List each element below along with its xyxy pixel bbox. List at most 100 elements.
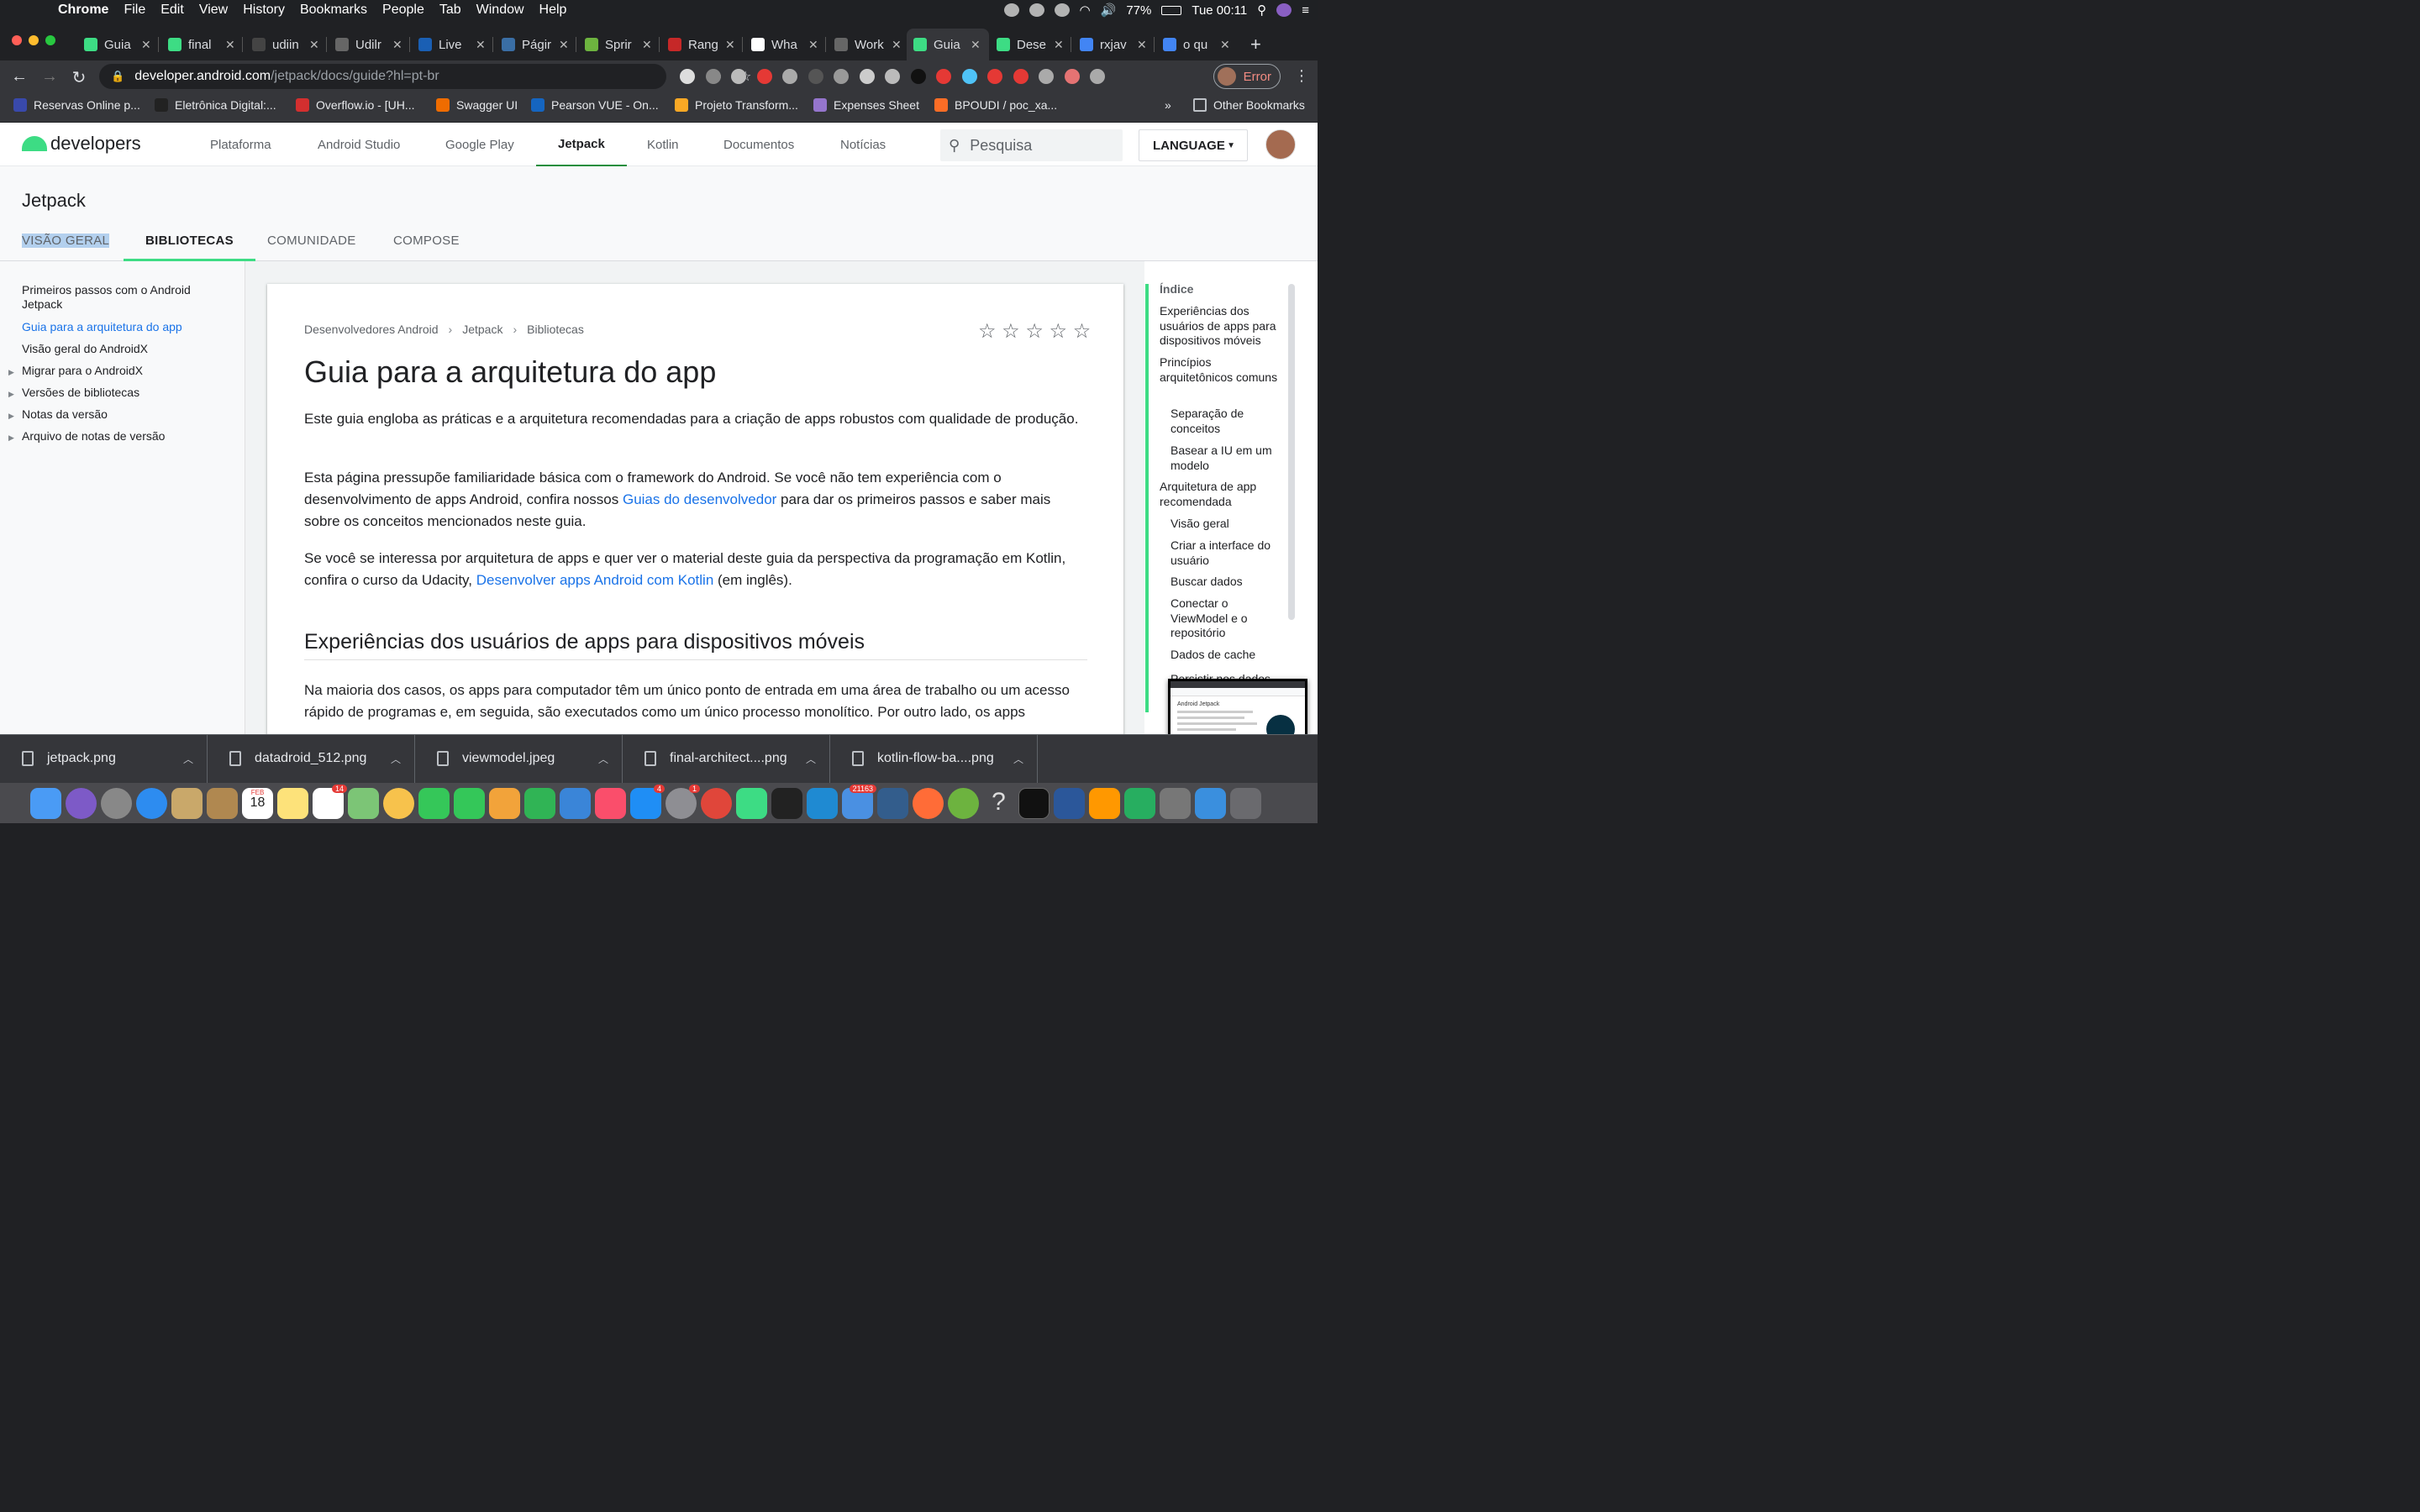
toc-item[interactable]: Dados de cache (1171, 648, 1280, 663)
settings-icon[interactable]: 1 (666, 784, 700, 819)
ext-1-icon[interactable] (680, 69, 695, 84)
toc-scrollbar[interactable] (1288, 284, 1295, 620)
nav-jetpack[interactable]: Jetpack (536, 123, 627, 166)
download-item[interactable]: final-architect....png ︿ (623, 734, 830, 783)
search-box[interactable]: ⚲ Pesquisa (940, 129, 1123, 161)
nav-noticias[interactable]: Notícias (840, 123, 886, 166)
tab-close-icon[interactable]: ✕ (225, 38, 235, 52)
nav-android-studio[interactable]: Android Studio (318, 123, 400, 166)
ext-2-icon[interactable] (705, 69, 721, 84)
forward-icon[interactable]: → (40, 67, 59, 87)
lastpass-icon[interactable] (961, 69, 977, 84)
toc-item[interactable]: Visão geral (1171, 517, 1280, 532)
nav-google-play[interactable]: Google Play (445, 123, 514, 166)
ext-8-icon[interactable] (987, 69, 1002, 84)
keynote-icon[interactable] (489, 787, 520, 819)
volume-icon[interactable]: 🔊 (1101, 3, 1117, 18)
chevron-up-icon[interactable]: ︿ (391, 752, 401, 766)
profile-error-button[interactable]: Error (1213, 64, 1281, 89)
android-studio-icon[interactable] (736, 787, 767, 819)
nav-documentos[interactable]: Documentos (723, 123, 794, 166)
browser-tab[interactable]: final ✕ (161, 32, 240, 57)
toc-item[interactable]: Princípios arquitetônicos comuns (1160, 355, 1279, 385)
developers-logo[interactable]: developers (22, 133, 141, 155)
bookmark-item[interactable]: Pearson VUE - On... (531, 98, 659, 112)
ext-m-icon[interactable] (808, 69, 823, 84)
leftnav-item-guia-arquitetura[interactable]: Guia para a arquitetura do app (22, 320, 215, 334)
tab-close-icon[interactable]: ✕ (141, 38, 151, 52)
tab-close-icon[interactable]: ✕ (1054, 38, 1064, 52)
reload-icon[interactable]: ↻ (70, 67, 88, 88)
user-avatar[interactable] (1265, 129, 1296, 160)
language-button[interactable]: LANGUAGE ▼ (1139, 129, 1248, 161)
siri-icon[interactable] (1276, 3, 1292, 17)
preview-icon[interactable] (1160, 787, 1191, 819)
intellij-icon[interactable] (771, 787, 802, 819)
help-icon[interactable]: ? (983, 788, 1014, 819)
docker-icon[interactable] (1054, 3, 1070, 17)
messages-icon[interactable] (418, 787, 450, 819)
vscode-icon[interactable] (807, 787, 838, 819)
link-guias-desenvolvedor[interactable]: Guias do desenvolvedor (623, 491, 776, 507)
notes-icon[interactable] (277, 787, 308, 819)
browser-tab[interactable]: Rang ✕ (661, 32, 740, 57)
clock[interactable]: Tue 00:11 (1192, 3, 1247, 18)
trash-icon[interactable] (1230, 787, 1261, 819)
browser-tab[interactable]: Live ✕ (412, 32, 491, 57)
music-icon[interactable] (595, 787, 626, 819)
breadcrumb-item[interactable]: Jetpack (462, 323, 502, 336)
ext-10-icon[interactable] (1039, 69, 1054, 84)
reminders-icon[interactable]: 14 (313, 784, 347, 819)
toc-item[interactable]: Basear a IU em um modelo (1171, 444, 1280, 473)
mail-bird-icon[interactable] (171, 787, 203, 819)
leftnav-item-primeiros-passos[interactable]: Primeiros passos com o Android Jetpack (22, 283, 207, 312)
menu-file[interactable]: File (116, 3, 153, 18)
mysql-workbench-icon[interactable] (877, 787, 908, 819)
finder-icon[interactable] (30, 787, 61, 819)
bookmark-item[interactable]: Swagger UI (436, 98, 518, 112)
expand-arrow-icon[interactable]: ▶ (8, 431, 14, 445)
ext-9-icon[interactable] (1013, 69, 1028, 84)
download-item[interactable]: datadroid_512.png ︿ (208, 734, 415, 783)
browser-tab[interactable]: Dese ✕ (990, 32, 1069, 57)
minimize-window-button[interactable] (29, 35, 39, 45)
numbers-alt-icon[interactable] (1124, 787, 1155, 819)
tab-close-icon[interactable]: ✕ (392, 38, 402, 52)
toc-item[interactable]: Experiências dos usuários de apps para d… (1160, 304, 1279, 349)
calendar-icon[interactable]: FEB 18 (242, 787, 273, 819)
bookmark-item[interactable]: BPOUDI / poc_xa... (934, 98, 1057, 112)
browser-tab[interactable]: Udilr ✕ (329, 32, 408, 57)
browser-tab[interactable]: Work ✕ (828, 32, 907, 57)
downloads-folder-icon[interactable] (1195, 787, 1226, 819)
terminal-icon[interactable] (1018, 787, 1050, 819)
leftnav-item-arquivo[interactable]: ▶ Arquivo de notas de versão (8, 429, 215, 444)
browser-tab[interactable]: Wha ✕ (744, 32, 823, 57)
tab-close-icon[interactable]: ✕ (808, 38, 818, 52)
bike-icon[interactable] (1028, 3, 1044, 17)
menu-window[interactable]: Window (469, 3, 532, 18)
postman-icon[interactable] (913, 787, 944, 819)
word-icon[interactable] (1054, 787, 1085, 819)
control-center-icon[interactable]: ≡ (1302, 3, 1309, 18)
bookmarks-overflow-icon[interactable]: » (1165, 98, 1171, 112)
pocket-icon[interactable] (731, 69, 746, 84)
expand-arrow-icon[interactable]: ▶ (8, 409, 14, 423)
leftnav-item-notas[interactable]: ▶ Notas da versão (8, 407, 215, 422)
tab-close-icon[interactable]: ✕ (642, 38, 652, 52)
breadcrumb-item[interactable]: Bibliotecas (527, 323, 584, 336)
airmail-icon[interactable]: 21163 (842, 784, 876, 819)
bookmark-item[interactable]: Expenses Sheet (813, 98, 919, 112)
close-window-button[interactable] (12, 35, 22, 45)
wifi-icon[interactable]: ◠ (1080, 3, 1091, 18)
chevron-up-icon[interactable]: ︿ (598, 752, 608, 766)
toc-item[interactable]: Conectar o ViewModel e o repositório (1171, 596, 1280, 641)
browser-tab[interactable]: Guia ✕ (77, 32, 156, 57)
tab-bibliotecas[interactable]: BIBLIOTECAS (124, 227, 255, 261)
chrome-menu-icon[interactable]: ⋮ (1294, 67, 1309, 85)
address-bar[interactable]: 🔒 developer.android.com/jetpack/docs/gui… (99, 64, 751, 89)
toc-item[interactable]: Criar a interface do usuário (1171, 538, 1280, 568)
browser-tab[interactable]: o qu ✕ (1156, 32, 1235, 57)
browser-tab[interactable]: rxjav ✕ (1073, 32, 1152, 57)
angular-icon[interactable] (756, 69, 772, 84)
ext-4-icon[interactable] (859, 69, 875, 84)
